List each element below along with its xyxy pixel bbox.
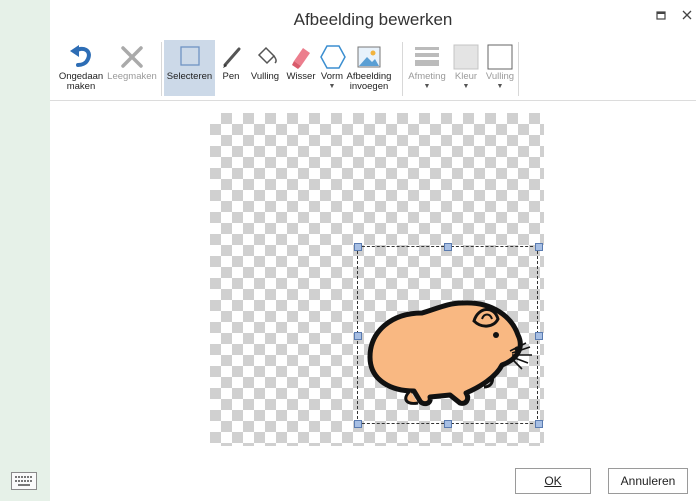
toolbar-separator [518,42,519,96]
fill-label: Vulling [250,71,280,82]
hexagon-icon [318,42,348,72]
fill-swatch-icon [485,42,515,72]
fill-color-label: Vulling [485,71,515,82]
pen-button[interactable]: Pen [217,40,245,96]
pen-label: Pen [222,71,240,82]
color-swatch-icon [451,42,481,72]
undo-icon [66,42,96,72]
eraser-label: Wisser [286,71,316,82]
eraser-icon [286,42,316,72]
side-strip [0,0,50,501]
shape-button[interactable]: Vorm ▼ [318,40,346,96]
fill-color-dropdown-caret: ▼ [496,83,504,90]
close-icon[interactable] [682,8,692,23]
toolbar-separator [161,42,162,96]
insert-image-button[interactable]: Afbeelding invoegen [346,40,392,96]
insert-image-label-2: invoegen [349,81,389,92]
line-size-label: Afmeting [408,71,446,82]
undo-button[interactable]: Ongedaan maken [56,40,106,96]
eraser-button[interactable]: Wisser [284,40,318,96]
toolbar: Ongedaan maken Leegmaken Selecteren Pen [50,38,696,98]
resize-handle-top-right[interactable] [535,243,543,251]
resize-handle-bottom-left[interactable] [354,420,362,428]
color-button[interactable]: Kleur ▼ [450,40,482,96]
clear-button[interactable]: Leegmaken [106,40,158,96]
color-dropdown-caret: ▼ [462,83,470,90]
select-button[interactable]: Selecteren [164,40,215,96]
toolbar-separator [402,42,403,96]
color-label: Kleur [454,71,478,82]
line-size-button[interactable]: Afmeting ▼ [407,40,447,96]
resize-handle-right[interactable] [535,332,543,340]
select-rectangle-icon [175,42,205,72]
undo-label-2: maken [66,81,96,92]
paint-bucket-icon [250,42,280,72]
resize-handle-top-left[interactable] [354,243,362,251]
resize-handle-bottom-right[interactable] [535,420,543,428]
ok-button[interactable]: OK [515,468,591,494]
maximize-icon[interactable] [656,8,666,23]
cancel-button[interactable]: Annuleren [608,468,688,494]
fill-button[interactable]: Vulling [247,40,283,96]
resize-handle-left[interactable] [354,332,362,340]
clear-label: Leegmaken [107,71,157,82]
selection-box[interactable] [357,246,538,424]
picture-icon [354,42,384,72]
line-thickness-icon [412,42,442,72]
clear-x-icon [117,42,147,72]
image-canvas[interactable] [210,113,544,446]
keyboard-icon[interactable] [11,472,37,490]
shape-label: Vorm [320,71,344,82]
edit-image-dialog: Afbeelding bewerken Ongedaan maken Leegm… [50,0,696,501]
fill-color-button[interactable]: Vulling ▼ [483,40,517,96]
resize-handle-top[interactable] [444,243,452,251]
select-label: Selecteren [166,71,213,82]
toolbar-divider [50,100,696,101]
dialog-title: Afbeelding bewerken [293,10,453,29]
resize-handle-bottom[interactable] [444,420,452,428]
pen-icon [217,42,247,72]
line-size-dropdown-caret: ▼ [423,83,431,90]
shape-dropdown-caret: ▼ [328,83,336,90]
